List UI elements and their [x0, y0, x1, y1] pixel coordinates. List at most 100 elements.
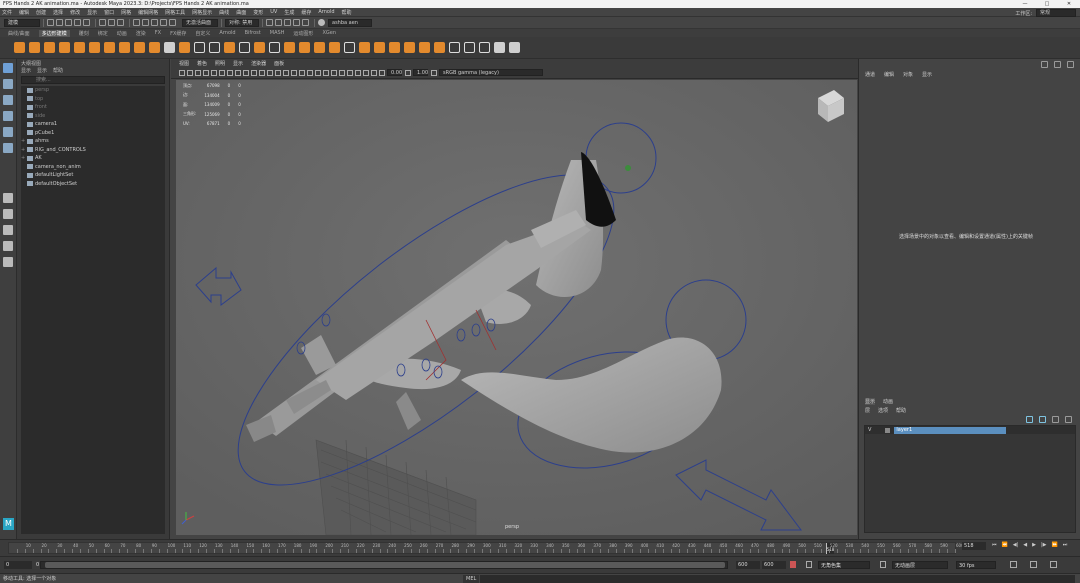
menu-item-13[interactable]: 变形 [253, 9, 263, 16]
undo-icon[interactable] [74, 19, 81, 26]
user-dropdown[interactable]: ashba aen [328, 18, 372, 27]
menu-item-15[interactable]: 生成 [284, 9, 294, 16]
script-language-toggle[interactable]: MEL [463, 575, 480, 583]
collapse-icon[interactable] [389, 42, 400, 53]
remesh-icon[interactable] [269, 42, 280, 53]
outliner-item[interactable]: defaultObjectSet [21, 180, 165, 189]
play-backward-icon[interactable]: ◀ [1023, 542, 1027, 548]
gamma-icon[interactable] [405, 69, 411, 76]
film-gate-icon[interactable] [219, 69, 225, 76]
maya-logo-icon[interactable]: M [3, 518, 14, 530]
shelf-tab-8[interactable]: 自定义 [195, 30, 210, 37]
menu-item-6[interactable]: 窗口 [104, 9, 114, 16]
attribute-editor-toggle-icon[interactable] [1054, 61, 1061, 68]
ambient-occlusion-icon[interactable] [315, 69, 321, 76]
menu-item-3[interactable]: 选择 [53, 9, 63, 16]
viewport-menu-item-5[interactable]: 面板 [274, 60, 284, 67]
outliner-menu-item-0[interactable]: 显示 [21, 67, 31, 74]
append-icon[interactable] [344, 42, 355, 53]
separate-icon[interactable] [209, 42, 220, 53]
layer-menu-item-1[interactable]: 选项 [878, 407, 888, 414]
channel-box-toggle-icon[interactable] [1041, 61, 1048, 68]
field-chart-icon[interactable] [243, 69, 249, 76]
bevel-icon[interactable] [329, 42, 340, 53]
channel-box-tab-2[interactable]: 对象 [903, 71, 913, 78]
shelf-tab-13[interactable]: XGen [322, 30, 336, 36]
menuset-dropdown[interactable]: 建模 [4, 18, 40, 27]
outliner-item[interactable]: camera_non_anim [21, 163, 165, 172]
smooth-shade-icon[interactable] [275, 69, 281, 76]
depth-of-field-icon[interactable] [339, 69, 345, 76]
menu-item-4[interactable]: 修改 [70, 9, 80, 16]
poly-cylinder-icon[interactable] [44, 42, 55, 53]
snap-point-icon[interactable] [151, 19, 158, 26]
extrude-icon[interactable] [299, 42, 310, 53]
lasso-tool-icon[interactable] [3, 79, 13, 89]
poly-sphere-icon[interactable] [14, 42, 25, 53]
shelf-tab-1[interactable]: 多边形建模 [38, 29, 70, 37]
target-weld-icon[interactable] [419, 42, 430, 53]
snap-surface-icon[interactable] [169, 19, 176, 26]
exposure-icon[interactable] [379, 69, 385, 76]
mirror-icon[interactable] [254, 42, 265, 53]
new-scene-icon[interactable] [47, 19, 54, 26]
command-input[interactable] [480, 575, 1075, 583]
outliner-item[interactable]: + AK [21, 154, 165, 163]
layer-tab-0[interactable]: 显示 [865, 398, 876, 405]
new-layer-selected-icon[interactable] [1065, 416, 1072, 423]
shelf-tab-9[interactable]: Arnold [219, 30, 235, 36]
camera-attr-icon[interactable] [187, 69, 193, 76]
outliner-item[interactable]: top [21, 95, 165, 104]
shelf-tab-6[interactable]: FX [155, 30, 161, 36]
fps-dropdown[interactable]: 30 fps [956, 561, 996, 569]
single-pane-icon[interactable] [3, 193, 13, 203]
menu-item-12[interactable]: 曲面 [236, 9, 246, 16]
step-forward-key-icon[interactable]: ⏩ [1052, 542, 1058, 548]
shelf-tab-2[interactable]: 雕刻 [79, 30, 89, 37]
character-set-icon[interactable] [806, 561, 812, 568]
playback-start-field[interactable]: 0 [34, 561, 39, 569]
select-hierarchy-icon[interactable] [99, 19, 106, 26]
shelf-tab-10[interactable]: Bifrost [245, 30, 261, 36]
time-slider-ruler[interactable]: 518 10 20 30 40 50 60 70 80 90 100 110 120 130 140 150… [8, 542, 964, 554]
snap-plane-icon[interactable] [160, 19, 167, 26]
viewport-3d[interactable] [176, 80, 857, 535]
menu-item-7[interactable]: 网格 [121, 9, 131, 16]
xray-icon[interactable] [355, 69, 361, 76]
rotate-tool-icon[interactable] [3, 127, 13, 137]
platonic-solid-icon[interactable] [119, 42, 130, 53]
render-settings-icon[interactable] [284, 19, 291, 26]
close-button[interactable]: ✕ [1058, 0, 1080, 8]
layer-tab-1[interactable]: 动画 [883, 398, 893, 405]
outliner-item[interactable]: camera1 [21, 120, 165, 129]
shadows-icon[interactable] [307, 69, 313, 76]
expand-toggle[interactable]: + [21, 137, 26, 146]
channel-box-tab-3[interactable]: 显示 [922, 71, 932, 78]
combine-icon[interactable] [194, 42, 205, 53]
outliner-menu-item-2[interactable]: 帮助 [53, 67, 63, 74]
type-text-icon[interactable] [164, 42, 175, 53]
outliner-item[interactable]: side [21, 112, 165, 121]
animation-prefs-icon[interactable] [1050, 561, 1057, 568]
smooth-icon[interactable] [224, 42, 235, 53]
poly-cone-icon[interactable] [59, 42, 70, 53]
hypershade-icon[interactable] [293, 19, 300, 26]
menu-item-16[interactable]: 缓存 [301, 9, 311, 16]
resolution-gate-icon[interactable] [227, 69, 233, 76]
shelf-tab-4[interactable]: 动画 [117, 30, 127, 37]
menu-item-9[interactable]: 网格工具 [165, 9, 185, 16]
channel-box-tab-1[interactable]: 编辑 [884, 71, 894, 78]
shelf-tab-7[interactable]: FX缓存 [170, 30, 186, 37]
green-locator[interactable] [625, 165, 631, 171]
viewport-menu-item-3[interactable]: 显示 [233, 60, 243, 67]
select-object-icon[interactable] [108, 19, 115, 26]
open-scene-icon[interactable] [56, 19, 63, 26]
range-slider-bar[interactable] [40, 561, 728, 569]
menu-item-10[interactable]: 网格显示 [192, 9, 212, 16]
move-tool-icon[interactable] [3, 111, 13, 121]
loop-icon[interactable] [1030, 561, 1037, 568]
layer-visibility-toggle[interactable]: V [868, 427, 871, 433]
sound-icon[interactable] [1010, 561, 1017, 568]
uv-editor-icon[interactable] [494, 42, 505, 53]
motion-blur-icon[interactable] [323, 69, 329, 76]
